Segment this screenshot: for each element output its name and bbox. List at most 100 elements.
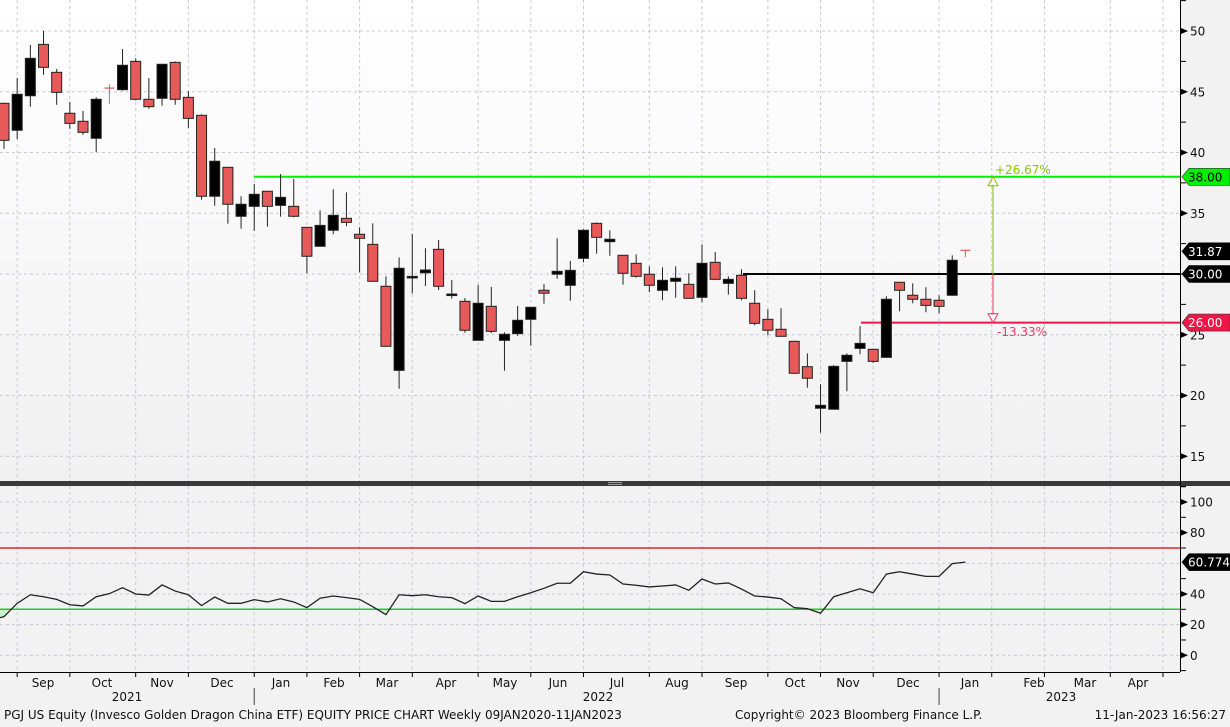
candle-body: [671, 278, 681, 281]
candle-body: [302, 227, 312, 256]
timestamp: 11-Jan-2023 16:56:27: [1095, 708, 1226, 722]
candle-body: [447, 294, 457, 296]
candle-body: [315, 225, 325, 246]
candle-body: [407, 276, 417, 278]
candle-body: [684, 284, 694, 298]
rsi-last-tag: 60.774: [1188, 556, 1230, 570]
candle-body: [91, 99, 101, 138]
candle-body: [829, 366, 839, 409]
month-label: Sep: [32, 676, 55, 690]
candle-body: [644, 274, 654, 285]
panel-divider[interactable]: [0, 481, 1230, 486]
y-tick-label: 35: [1190, 207, 1205, 221]
rsi-tick-label: 80: [1190, 526, 1205, 540]
downside-percent-label: -13.33%: [997, 325, 1047, 339]
candle-body: [276, 197, 286, 205]
candle-body: [763, 319, 773, 330]
y-tick-label: 40: [1190, 146, 1205, 160]
month-label: Feb: [1023, 676, 1044, 690]
candle-body: [289, 206, 299, 216]
candle-body: [908, 295, 918, 299]
month-label: Nov: [150, 676, 173, 690]
candle-body: [78, 121, 88, 132]
candle-body: [947, 260, 957, 295]
upside-percent-label: +26.67%: [995, 163, 1051, 177]
month-label: Jan: [960, 676, 980, 690]
candle: [170, 61, 180, 104]
candle: [829, 365, 839, 409]
y-tick-label: 20: [1190, 389, 1205, 403]
month-label: Jun: [548, 676, 568, 690]
candle-body: [368, 244, 378, 281]
candle-body: [658, 280, 668, 290]
month-label: Mar: [1074, 676, 1097, 690]
year-label: 2022: [583, 690, 614, 704]
candle: [197, 114, 207, 199]
candle: [460, 298, 470, 333]
candle: [881, 296, 891, 357]
candle-body: [420, 270, 430, 273]
candle-body: [526, 307, 536, 319]
candle-body: [631, 263, 641, 276]
candle-body: [223, 167, 233, 204]
month-label: Oct: [92, 676, 113, 690]
candle-body: [723, 279, 733, 283]
last-price-tag: 31.87: [1188, 245, 1222, 259]
candle-body: [394, 268, 404, 370]
rsi-tick-label: 0: [1190, 649, 1198, 663]
candle-body: [895, 282, 905, 290]
candle-body: [236, 204, 246, 216]
candle-body: [118, 65, 128, 89]
candle-body: [750, 303, 760, 323]
candle-body: [934, 300, 944, 306]
candle-body: [486, 306, 496, 331]
chart-title: PGJ US Equity (Invesco Golden Dragon Chi…: [4, 708, 622, 722]
year-label: 2021: [112, 690, 143, 704]
month-label: Jul: [609, 676, 624, 690]
month-label: Jan: [271, 676, 291, 690]
candle: [131, 58, 141, 100]
candle: [578, 229, 588, 262]
candle-body: [565, 270, 575, 285]
candle-body: [341, 218, 351, 222]
candle-body: [249, 194, 259, 206]
candle-body: [170, 62, 180, 99]
candle-body: [789, 341, 799, 373]
month-label: May: [493, 676, 518, 690]
candle-body: [197, 115, 207, 196]
candle-body: [605, 239, 615, 241]
candle-body: [131, 61, 141, 99]
candle-body: [697, 263, 707, 297]
candle-body: [618, 255, 628, 273]
copyright: Copyright© 2023 Bloomberg Finance L.P.: [735, 708, 982, 722]
candle: [394, 257, 404, 388]
candle-body: [25, 58, 35, 95]
candle-body: [816, 405, 826, 408]
candle-body: [921, 299, 931, 305]
candle-body: [499, 334, 509, 340]
year-label: 2023: [1046, 690, 1077, 704]
y-tick-label: 45: [1190, 85, 1205, 99]
candle-body: [737, 275, 747, 298]
level-tag-38: 38.00: [1188, 170, 1222, 184]
y-tick-label: 50: [1190, 25, 1205, 39]
candle-body: [0, 103, 9, 140]
candle: [868, 349, 878, 362]
rsi-tick-label: 20: [1190, 618, 1205, 632]
candle-body: [52, 72, 62, 92]
candle-body: [262, 191, 272, 206]
month-label: Apr: [1128, 676, 1149, 690]
candle-body: [434, 249, 444, 286]
candle-body: [210, 161, 220, 196]
candle-body: [473, 303, 483, 340]
candle-body: [776, 329, 786, 336]
candle-body: [355, 234, 365, 238]
candle-body: [842, 355, 852, 361]
candle-body: [539, 290, 549, 293]
y-tick-label: 15: [1190, 450, 1205, 464]
month-label: Apr: [436, 676, 457, 690]
rsi-tick-label: 40: [1190, 587, 1205, 601]
month-label: Oct: [785, 676, 806, 690]
candle-body: [157, 64, 167, 98]
candle-body: [144, 99, 154, 106]
